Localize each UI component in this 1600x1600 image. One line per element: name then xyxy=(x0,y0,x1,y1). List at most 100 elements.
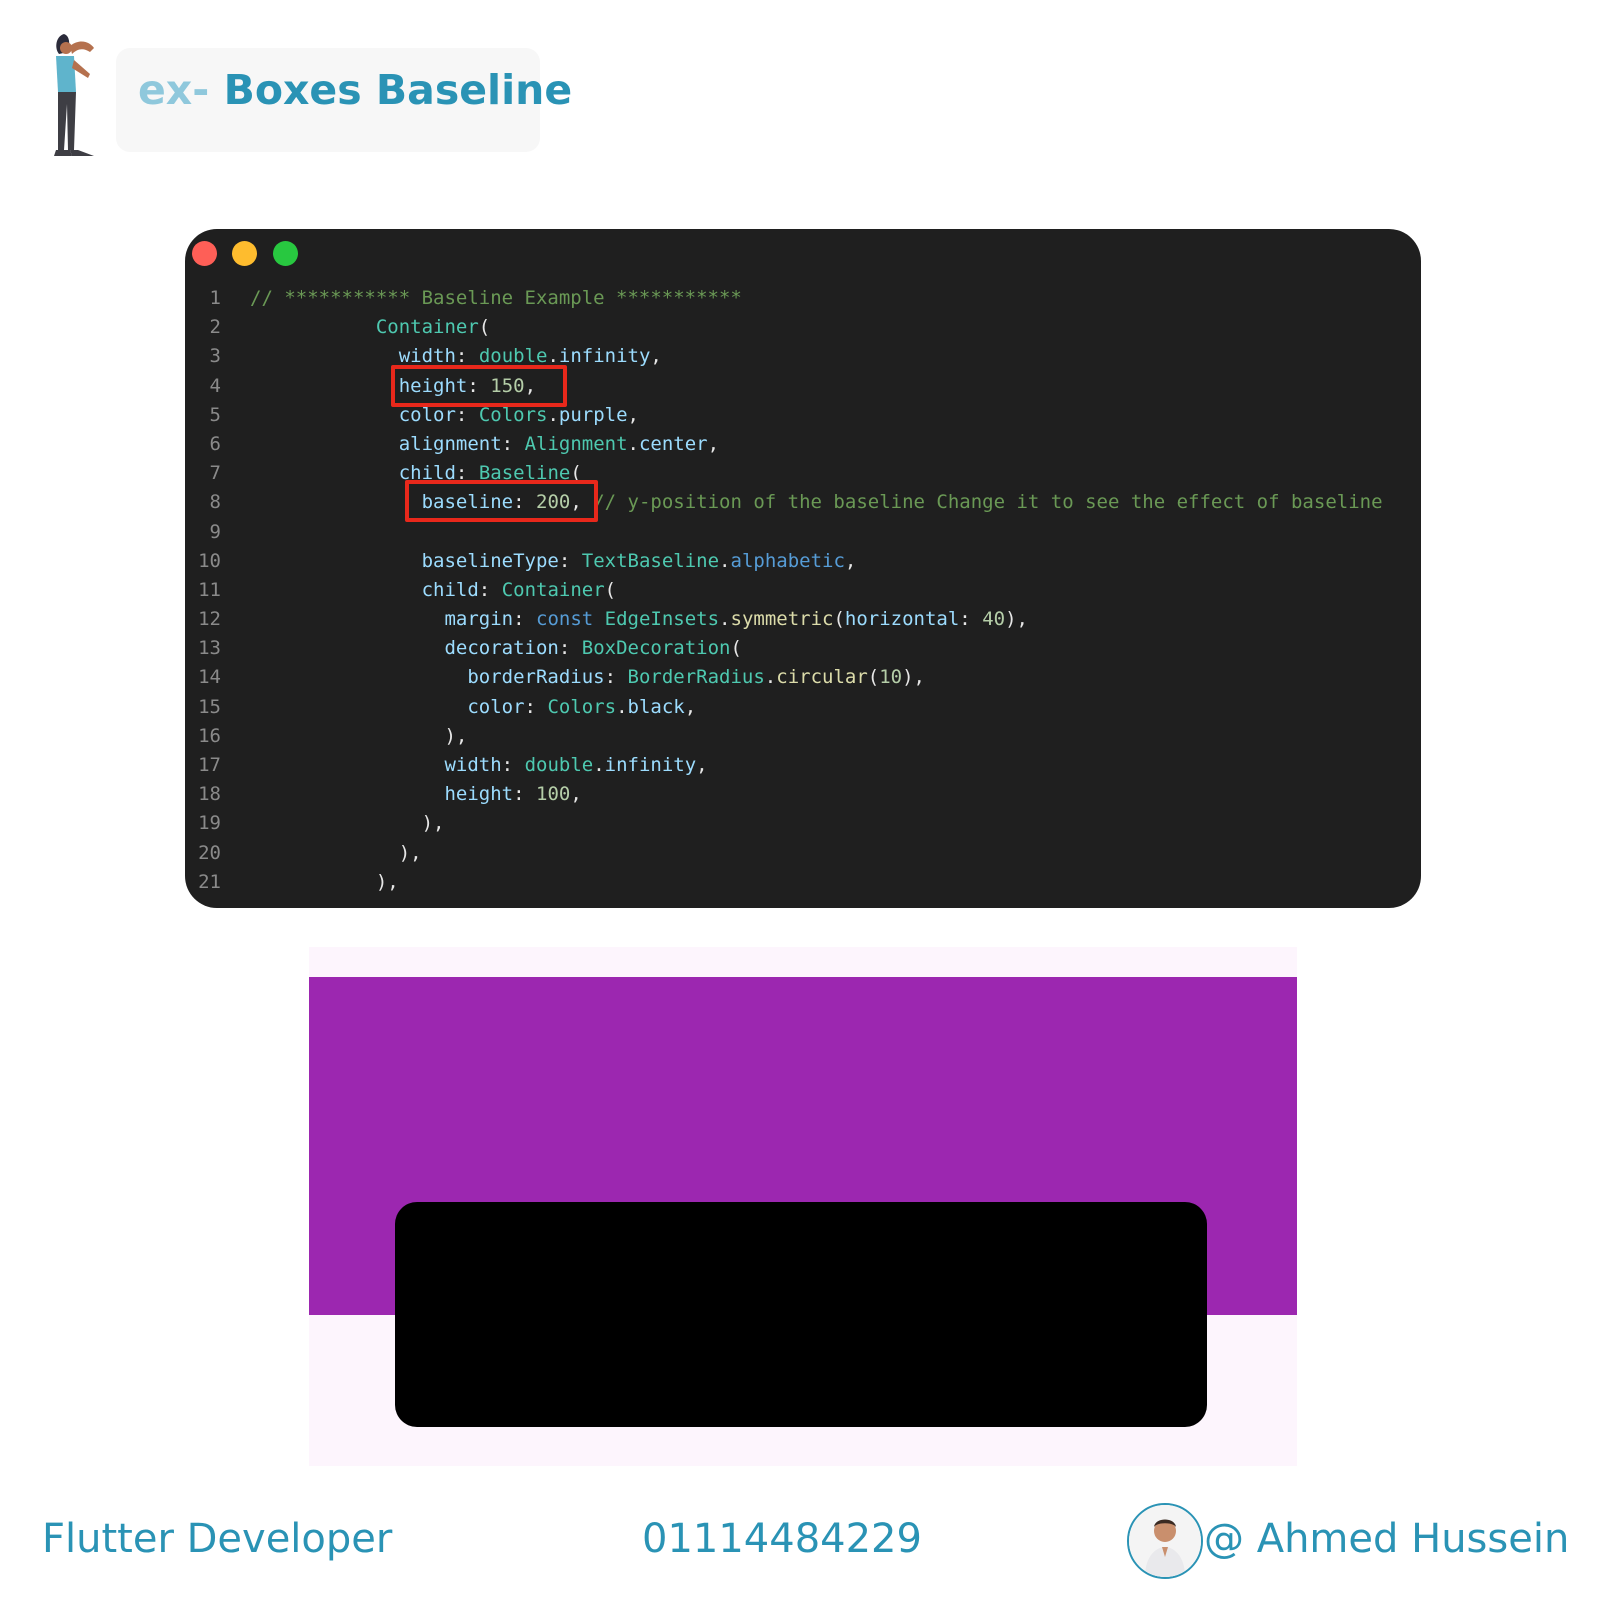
code-token: : xyxy=(513,783,536,806)
code-token: BorderRadius xyxy=(627,666,765,689)
line-number: 7 xyxy=(209,462,221,485)
code-text: alignment: Alignment.center, xyxy=(250,430,719,459)
code-token: , xyxy=(684,695,697,718)
code-token: BoxDecoration xyxy=(581,637,731,660)
code-token: width xyxy=(444,754,502,776)
code-text: child: Container( xyxy=(250,576,617,605)
code-text: color: Colors.black, xyxy=(250,693,696,722)
code-token: , xyxy=(696,754,708,776)
code-token: ( xyxy=(867,666,880,689)
line-number: 8 xyxy=(209,491,221,514)
code-token: // *********** Baseline Example ********… xyxy=(250,287,742,309)
code-token: ), xyxy=(250,870,399,893)
author-handle: @ Ahmed Hussein xyxy=(1204,1516,1570,1562)
code-token: , xyxy=(650,345,662,368)
line-number: 16 xyxy=(198,724,221,747)
line-number: 5 xyxy=(209,403,221,426)
code-lines: 1 // *********** Baseline Example *******… xyxy=(185,284,1421,897)
line-number: 4 xyxy=(209,374,221,397)
line-number: 12 xyxy=(198,608,221,631)
line-number: 9 xyxy=(209,520,221,543)
close-window-dot[interactable] xyxy=(192,241,217,266)
code-token: . xyxy=(593,754,605,776)
line-number: 15 xyxy=(198,695,221,718)
code-line: 6 alignment: Alignment.center, xyxy=(185,430,1421,459)
black-baseline-container xyxy=(395,1202,1207,1427)
code-line: 13 decoration: BoxDecoration( xyxy=(185,634,1421,663)
code-line: 1 // *********** Baseline Example *******… xyxy=(185,284,1421,313)
page-title: ex- Boxes Baseline xyxy=(138,66,572,114)
code-text: height: 100, xyxy=(250,780,582,809)
baseline-highlight-box xyxy=(405,480,598,522)
code-token: baselineType xyxy=(421,549,559,572)
code-token: : xyxy=(959,608,983,631)
avatar xyxy=(1127,1503,1203,1579)
code-token: : xyxy=(455,403,479,426)
line-number: 14 xyxy=(198,666,221,689)
person-thinking-illustration xyxy=(54,34,94,156)
code-token: 100 xyxy=(536,783,571,806)
code-token: color xyxy=(467,695,525,718)
phone-number: 01114484229 xyxy=(642,1516,922,1562)
code-token: ), xyxy=(1005,608,1028,631)
minimize-window-dot[interactable] xyxy=(232,241,257,266)
title-card: ex- Boxes Baseline xyxy=(116,48,572,152)
maximize-window-dot[interactable] xyxy=(273,241,298,266)
line-number: 18 xyxy=(198,783,221,806)
code-text: ), xyxy=(250,839,422,868)
code-token: EdgeInsets xyxy=(604,608,720,631)
line-number: 1 xyxy=(209,287,221,309)
code-token: , xyxy=(570,783,582,806)
code-token: . xyxy=(764,666,777,689)
code-token: 10 xyxy=(879,666,903,689)
code-token: horizontal xyxy=(844,608,960,631)
code-token: circular xyxy=(776,666,868,689)
code-token: ), xyxy=(902,666,925,689)
code-token: Colors xyxy=(478,403,548,426)
code-token: infinity xyxy=(558,345,651,368)
code-token: ), xyxy=(250,812,445,835)
code-token: ), xyxy=(250,724,468,747)
code-token: , xyxy=(844,549,857,572)
code-token: color xyxy=(398,403,456,426)
code-line: 3 width: double.infinity, xyxy=(185,342,1421,371)
code-token: : xyxy=(501,432,525,455)
code-line: 11 child: Container( xyxy=(185,576,1421,605)
code-line: 12 margin: const EdgeInsets.symmetric(ho… xyxy=(185,605,1421,634)
code-token: ( xyxy=(478,316,491,339)
code-token: purple xyxy=(558,403,628,426)
title-main: Boxes Baseline xyxy=(223,66,573,114)
code-token: . xyxy=(547,403,559,426)
code-line: 10 baselineType: TextBaseline.alphabetic… xyxy=(185,547,1421,576)
code-token: const xyxy=(536,608,594,631)
code-text: ), xyxy=(250,868,399,897)
code-token: : xyxy=(604,666,628,689)
code-token: . xyxy=(616,695,628,718)
code-text: // *********** Baseline Example ********… xyxy=(250,284,742,313)
line-number: 21 xyxy=(198,870,221,893)
code-token: . xyxy=(627,432,639,455)
line-number: 17 xyxy=(198,754,221,776)
code-token: black xyxy=(627,695,685,718)
line-number: 6 xyxy=(209,432,221,455)
height-highlight-box xyxy=(391,365,567,407)
code-text: margin: const EdgeInsets.symmetric(horiz… xyxy=(250,605,1028,634)
code-token: decoration xyxy=(444,637,559,660)
code-text: ), xyxy=(250,722,467,751)
code-text: ), xyxy=(250,809,445,838)
code-line: 9 xyxy=(185,518,1421,547)
code-token: : xyxy=(558,549,582,572)
code-token: . xyxy=(719,549,731,572)
code-line: 4 height: 150, xyxy=(185,372,1421,401)
